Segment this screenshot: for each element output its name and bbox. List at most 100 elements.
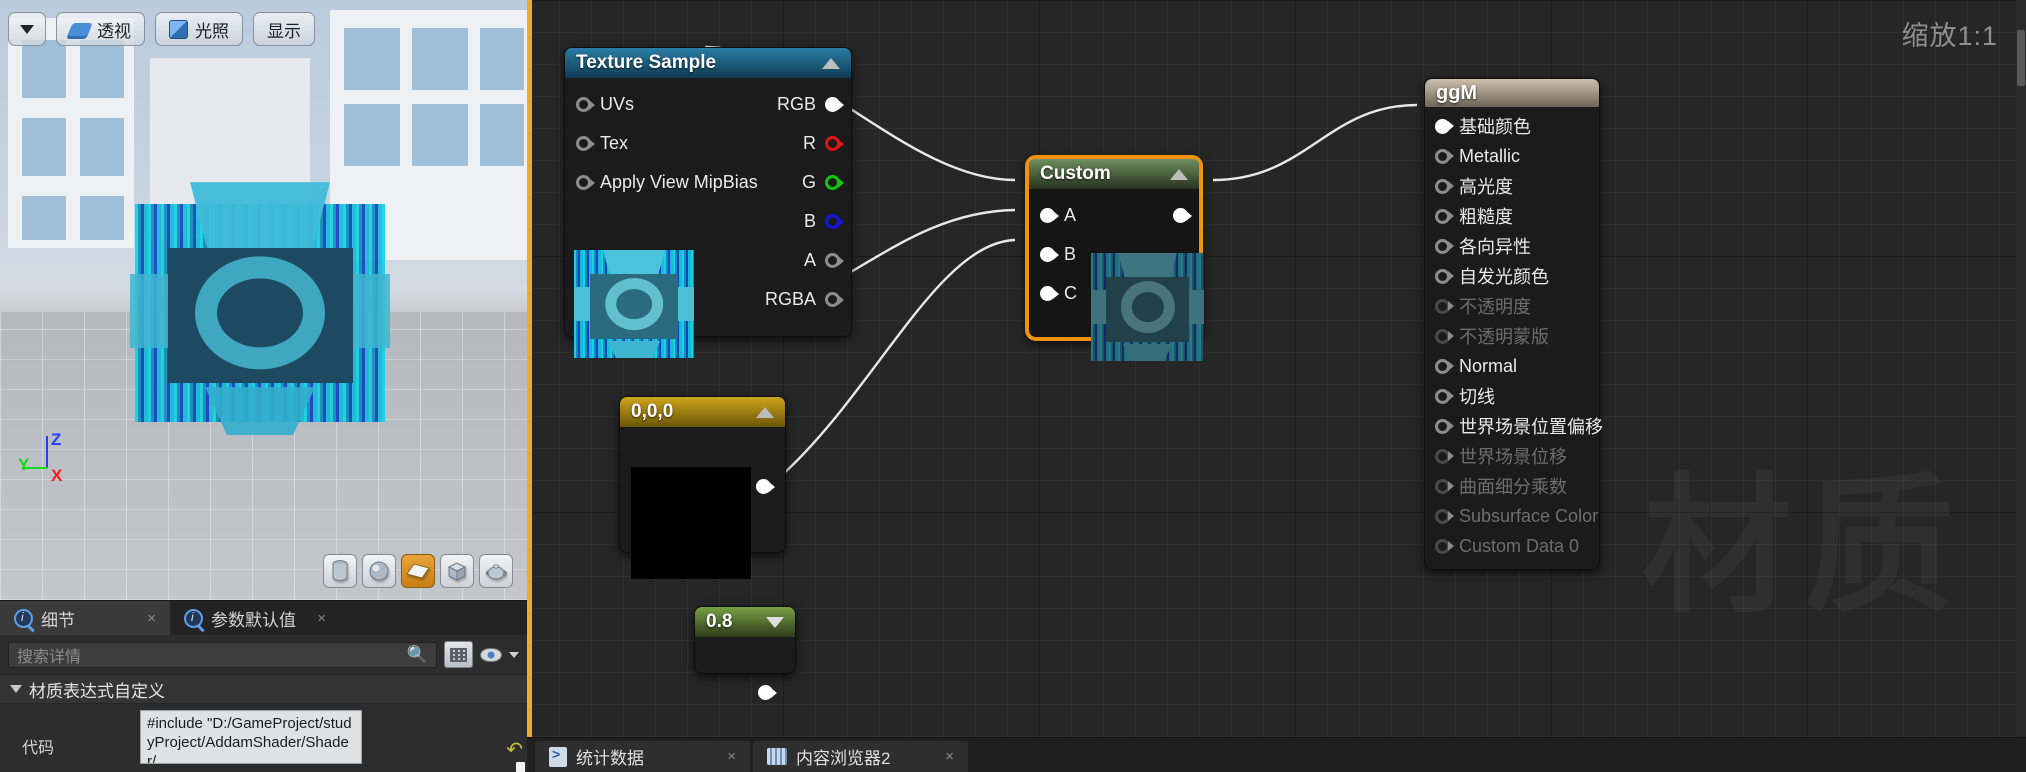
pin-a-dot[interactable] bbox=[825, 253, 840, 268]
tab-statistics[interactable]: 统计数据 × bbox=[535, 741, 750, 772]
pin-rgb[interactable]: RGB bbox=[707, 85, 851, 124]
pin-tex-dot[interactable] bbox=[576, 136, 591, 151]
chevron-up-icon[interactable] bbox=[822, 57, 840, 69]
pin-g[interactable]: G bbox=[707, 163, 851, 202]
pin-tangent[interactable]: 切线 bbox=[1425, 381, 1599, 411]
pin-custom-a-label: A bbox=[1064, 205, 1077, 225]
pin-uvs-dot[interactable] bbox=[576, 97, 591, 112]
node-constant-vector[interactable]: 0,0,0 bbox=[619, 396, 786, 579]
node-constant-scalar[interactable]: 0.8 bbox=[694, 606, 796, 700]
shape-sphere-button[interactable] bbox=[362, 554, 396, 588]
chevron-down-icon[interactable] bbox=[766, 616, 784, 628]
pin-anisotropy-dot[interactable] bbox=[1435, 238, 1450, 254]
details-scrollbar-thumb[interactable] bbox=[516, 762, 525, 772]
node-constant-vector-header[interactable]: 0,0,0 bbox=[620, 397, 785, 427]
constant-vector-color-swatch[interactable] bbox=[631, 467, 751, 579]
pin-constant-scalar-out[interactable] bbox=[758, 685, 773, 700]
graph-scrollbar[interactable] bbox=[2016, 0, 2026, 772]
pin-r-dot[interactable] bbox=[825, 136, 840, 151]
pin-g-dot[interactable] bbox=[825, 175, 840, 190]
code-textarea[interactable]: #include "D:/GameProject/studyProject/Ad… bbox=[140, 710, 362, 764]
viewport-menu-button[interactable] bbox=[8, 12, 46, 46]
pin-base-color-dot[interactable] bbox=[1435, 118, 1450, 134]
tab-parameter-defaults-close-icon[interactable]: × bbox=[317, 610, 326, 627]
pin-apply-view-mipbias[interactable]: Apply View MipBias bbox=[565, 163, 758, 202]
pin-base-color-label: 基础颜色 bbox=[1459, 117, 1531, 137]
pin-world-position-offset[interactable]: 世界场景位置偏移 bbox=[1425, 411, 1603, 441]
pin-tangent-dot[interactable] bbox=[1435, 388, 1450, 404]
visibility-eye-icon[interactable] bbox=[480, 647, 502, 662]
pin-tex[interactable]: Tex bbox=[565, 124, 707, 163]
cube-icon bbox=[447, 562, 467, 581]
pin-normal-dot[interactable] bbox=[1435, 358, 1450, 374]
node-material-output-header[interactable]: ggM bbox=[1425, 79, 1599, 107]
tab-details[interactable]: 细节 × bbox=[0, 601, 170, 635]
pin-specular[interactable]: 高光度 bbox=[1425, 171, 1599, 201]
pin-custom-a-dot[interactable] bbox=[1040, 208, 1055, 223]
pin-rgba-dot[interactable] bbox=[825, 292, 840, 307]
pin-tex-label: Tex bbox=[600, 133, 629, 153]
shape-cylinder-button[interactable] bbox=[323, 554, 357, 588]
pin-custom-c-dot[interactable] bbox=[1040, 286, 1055, 301]
tab-parameter-defaults[interactable]: 参数默认值 × bbox=[170, 601, 340, 635]
node-custom[interactable]: Custom A B C bbox=[1025, 155, 1204, 361]
pin-rgb-dot[interactable] bbox=[825, 97, 840, 112]
pin-opacity-mask-dot bbox=[1435, 328, 1450, 344]
pin-anisotropy[interactable]: 各向异性 bbox=[1425, 231, 1599, 261]
chevron-down-icon[interactable] bbox=[509, 651, 519, 658]
section-material-expression-custom[interactable]: 材质表达式自定义 bbox=[0, 674, 527, 704]
reset-arrow-icon[interactable]: ↶ bbox=[506, 737, 523, 762]
pin-b-dot[interactable] bbox=[825, 214, 840, 229]
tab-details-close-icon[interactable]: × bbox=[147, 610, 156, 627]
details-search-row: 搜索详情 🔍 bbox=[0, 635, 527, 674]
pin-world-position-offset-dot[interactable] bbox=[1435, 418, 1450, 434]
node-texture-sample[interactable]: Texture Sample UVs Tex Apply View MipBia… bbox=[564, 47, 852, 358]
search-input[interactable]: 搜索详情 🔍 bbox=[8, 641, 437, 668]
perspective-icon bbox=[67, 22, 93, 36]
chevron-up-icon[interactable] bbox=[756, 406, 774, 418]
chevron-up-icon[interactable] bbox=[1170, 168, 1188, 180]
mesh-side-right bbox=[350, 273, 390, 348]
shape-plane-button[interactable] bbox=[401, 554, 435, 588]
node-texture-sample-header[interactable]: Texture Sample bbox=[565, 48, 851, 78]
graph-watermark: 材质 bbox=[1642, 425, 1966, 642]
pin-base-color[interactable]: 基础颜色 bbox=[1425, 111, 1599, 141]
pin-custom-b-dot[interactable] bbox=[1040, 247, 1055, 262]
pin-emissive-color-dot[interactable] bbox=[1435, 268, 1450, 284]
pin-roughness[interactable]: 粗糙度 bbox=[1425, 201, 1599, 231]
pin-constant-vector-out[interactable] bbox=[756, 479, 771, 494]
perspective-button[interactable]: 透视 bbox=[56, 12, 145, 46]
pin-r[interactable]: R bbox=[707, 124, 851, 163]
pin-emissive-color[interactable]: 自发光颜色 bbox=[1425, 261, 1599, 291]
pin-custom-out-dot[interactable] bbox=[1173, 208, 1188, 223]
tab-statistics-close-icon[interactable]: × bbox=[727, 748, 736, 765]
details-magnifier-icon bbox=[14, 608, 33, 628]
graph-scrollbar-thumb[interactable] bbox=[2017, 30, 2025, 86]
pin-g-label: G bbox=[801, 172, 816, 192]
material-graph-canvas[interactable]: 缩放1:1 材质 Texture Sample bbox=[527, 0, 2026, 772]
pin-a-row[interactable]: A bbox=[1029, 196, 1199, 235]
show-button[interactable]: 显示 bbox=[253, 12, 315, 46]
pin-metallic[interactable]: Metallic bbox=[1425, 141, 1599, 171]
pin-rgba[interactable]: RGBA bbox=[707, 280, 851, 319]
tab-content-browser-close-icon[interactable]: × bbox=[945, 748, 954, 765]
preview-mesh[interactable] bbox=[130, 204, 390, 436]
shape-teapot-button[interactable] bbox=[479, 554, 513, 588]
pin-normal[interactable]: Normal bbox=[1425, 351, 1599, 381]
node-constant-scalar-header[interactable]: 0.8 bbox=[695, 607, 795, 637]
pin-metallic-dot[interactable] bbox=[1435, 148, 1450, 164]
pin-specular-dot[interactable] bbox=[1435, 178, 1450, 194]
shape-cube-button[interactable] bbox=[440, 554, 474, 588]
pin-a[interactable]: A bbox=[707, 241, 851, 280]
window bbox=[412, 28, 468, 90]
pin-b[interactable]: B bbox=[707, 202, 851, 241]
lighting-button[interactable]: 光照 bbox=[155, 12, 243, 46]
node-custom-header[interactable]: Custom bbox=[1029, 159, 1199, 189]
pin-uvs[interactable]: UVs bbox=[565, 85, 707, 124]
grid-view-button[interactable] bbox=[444, 641, 473, 668]
tab-content-browser[interactable]: 内容浏览器2 × bbox=[753, 741, 968, 772]
pin-apply-view-mipbias-dot[interactable] bbox=[576, 175, 591, 190]
pin-roughness-dot[interactable] bbox=[1435, 208, 1450, 224]
node-material-output[interactable]: ggM 基础颜色 Metallic 高光度 粗糙度 各向异性 自发光颜色 不透明… bbox=[1424, 78, 1603, 570]
viewport-3d[interactable]: 透视 光照 显示 Z Y X bbox=[0, 0, 527, 600]
